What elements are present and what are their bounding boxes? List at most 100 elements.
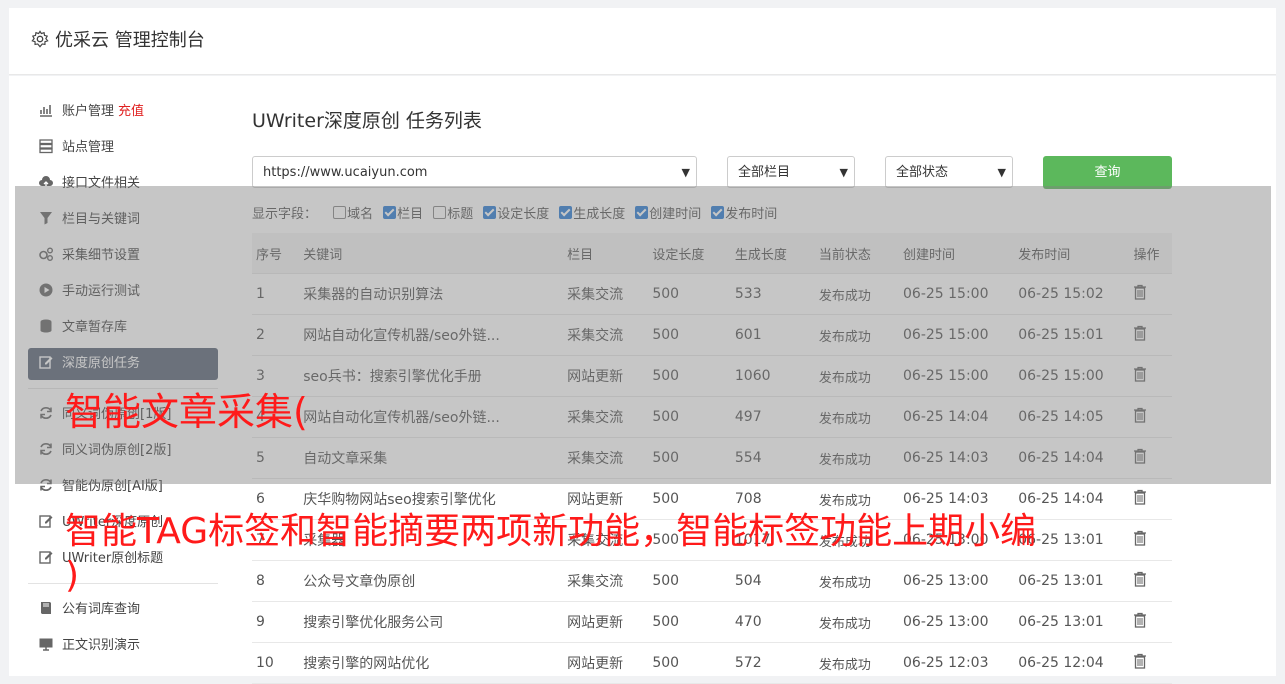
table-cell: 发布成功 <box>817 437 902 479</box>
table-cell: 06-25 15:00 <box>1017 355 1133 397</box>
sidebar-item-15[interactable]: 正文识别演示 <box>28 630 218 662</box>
field-checkbox-label: 生成长度 <box>573 207 626 222</box>
table-cell: 500 <box>651 273 734 315</box>
field-checkbox-6[interactable]: 创建时间 <box>635 203 701 222</box>
table-cell: 06-25 15:00 <box>902 355 1018 397</box>
field-checkbox-7[interactable]: 发布时间 <box>711 203 777 222</box>
refresh-icon <box>40 407 52 419</box>
site-select-value: https://www.ucaiyun.com <box>263 165 428 180</box>
table-row: 10 搜索引擎的网站优化 网站更新 500 572 发布成功 06-25 12:03 06-2… <box>252 642 1172 684</box>
query-button[interactable]: 查询 <box>1043 156 1172 189</box>
edit-icon <box>39 356 53 369</box>
sidebar-item-5[interactable]: 采集细节设置 <box>28 240 218 272</box>
checkbox-icon <box>433 206 447 219</box>
table-cell: 500 <box>651 396 734 438</box>
sidebar-item-4[interactable]: 栏目与关键词 <box>28 204 218 236</box>
sidebar-item-1[interactable]: 账户管理 充值 <box>28 96 218 128</box>
trash-icon[interactable] <box>1133 612 1147 628</box>
site-select[interactable]: https://www.ucaiyun.com ▼ <box>252 156 697 188</box>
field-checkbox-4[interactable]: 设定长度 <box>483 203 549 222</box>
sidebar-item-label: 接口文件相关 <box>62 176 141 191</box>
table-cell-action <box>1132 560 1172 602</box>
display-fields-label: 显示字段： <box>252 207 318 222</box>
chevron-down-icon: ▼ <box>839 166 848 179</box>
table-cell: 497 <box>733 396 818 438</box>
field-checkbox-label: 设定长度 <box>497 207 550 222</box>
trash-icon[interactable] <box>1133 571 1147 587</box>
field-checkbox-2[interactable]: 栏目 <box>383 203 423 222</box>
field-checkbox-label: 创建时间 <box>649 207 702 222</box>
table-cell: 网站更新 <box>566 642 652 684</box>
edit-icon <box>39 551 53 564</box>
table-cell: 533 <box>733 273 818 315</box>
table-cell: 500 <box>651 601 734 643</box>
checkbox-icon <box>711 206 725 219</box>
overlay-caption-1: 智能文章采集( <box>65 390 308 434</box>
table-cell: seo兵书：搜索引擎优化手册 <box>302 355 567 397</box>
recharge-link[interactable]: 充值 <box>118 104 144 119</box>
table-cell: 06-25 14:05 <box>1017 396 1133 438</box>
trash-icon[interactable] <box>1133 284 1147 300</box>
table-cell: 采集交流 <box>566 396 652 438</box>
overlay-caption-2: 智能TAG标签和智能摘要两项新功能，智能标签功能上期小编 ) <box>65 510 1036 598</box>
trash-icon[interactable] <box>1133 325 1147 341</box>
gears-icon <box>39 247 53 261</box>
trash-icon[interactable] <box>1133 489 1147 505</box>
column-header: 设定长度 <box>651 233 734 274</box>
sidebar-item-label: 深度原创任务 <box>62 356 141 371</box>
table-cell: 06-25 14:04 <box>902 396 1018 438</box>
field-checkbox-label: 栏目 <box>397 207 424 222</box>
table-cell: 06-25 15:00 <box>902 314 1018 356</box>
sidebar-item-2[interactable]: 站点管理 <box>28 132 218 164</box>
sidebar-item-7[interactable]: 文章暂存库 <box>28 312 218 344</box>
trash-icon[interactable] <box>1133 448 1147 464</box>
sidebar-item-label: 账户管理 <box>62 104 115 119</box>
checkbox-icon <box>333 206 347 219</box>
table-cell: 发布成功 <box>817 601 902 643</box>
field-checkbox-1[interactable]: 域名 <box>333 203 373 222</box>
table-cell: 5 <box>252 437 303 479</box>
table-cell: 网站自动化宣传机器/seo外链... <box>302 396 567 438</box>
column-select[interactable]: 全部栏目 ▼ <box>727 156 855 188</box>
checkbox-icon <box>483 206 497 219</box>
table-cell: 10 <box>252 642 303 684</box>
table-cell: 发布成功 <box>817 396 902 438</box>
database-icon <box>40 319 52 333</box>
status-select[interactable]: 全部状态 ▼ <box>885 156 1013 188</box>
sidebar-divider <box>28 388 218 389</box>
sidebar-item-10[interactable]: 同义词伪原创[2版] <box>28 435 218 467</box>
field-checkbox-3[interactable]: 标题 <box>433 203 473 222</box>
trash-icon[interactable] <box>1133 366 1147 382</box>
column-header: 当前状态 <box>817 233 902 274</box>
table-cell: 06-25 15:02 <box>1017 273 1133 315</box>
display-fields: 显示字段： 域名 栏目 标题 设定长度 生成长度 创建时间 发布时间 <box>252 203 787 222</box>
table-cell: 采集器的自动识别算法 <box>302 273 567 315</box>
table-row: 3 seo兵书：搜索引擎优化手册 网站更新 500 1060 发布成功 06-25 15:0… <box>252 355 1172 397</box>
table-cell: 06-25 14:03 <box>902 437 1018 479</box>
sidebar-item-label: 智能伪原创[AI版] <box>62 479 163 494</box>
sidebar-item-3[interactable]: 接口文件相关 <box>28 168 218 200</box>
edit-icon <box>39 515 53 528</box>
table-header-row: 序号 关键词 栏目 设定长度 生成长度 当前状态 创建时间 发布时间 操作 <box>252 233 1172 274</box>
table-row: 2 网站自动化宣传机器/seo外链... 采集交流 500 601 发布成功 06-25 1… <box>252 314 1172 356</box>
sidebar-item-6[interactable]: 手动运行测试 <box>28 276 218 308</box>
trash-icon[interactable] <box>1133 407 1147 423</box>
filter-icon <box>40 212 52 225</box>
sidebar-item-11[interactable]: 智能伪原创[AI版] <box>28 471 218 503</box>
table-cell: 2 <box>252 314 303 356</box>
trash-icon[interactable] <box>1133 653 1147 669</box>
table-cell: 发布成功 <box>817 314 902 356</box>
field-checkbox-5[interactable]: 生成长度 <box>559 203 625 222</box>
sidebar-item-14[interactable]: 公有词库查询 <box>28 594 218 626</box>
table-cell: 发布成功 <box>817 355 902 397</box>
table-cell: 06-25 15:00 <box>902 273 1018 315</box>
sidebar-item-8[interactable]: 深度原创任务 <box>28 348 218 380</box>
table-cell: 554 <box>733 437 818 479</box>
trash-icon[interactable] <box>1133 530 1147 546</box>
table-cell: 500 <box>651 437 734 479</box>
refresh-icon <box>40 443 52 455</box>
table-row: 5 自动文章采集 采集交流 500 554 发布成功 06-25 14:03 06-25 14… <box>252 437 1172 479</box>
table-cell-action <box>1132 273 1172 315</box>
table-cell-action <box>1132 437 1172 479</box>
table-cell: 601 <box>733 314 818 356</box>
